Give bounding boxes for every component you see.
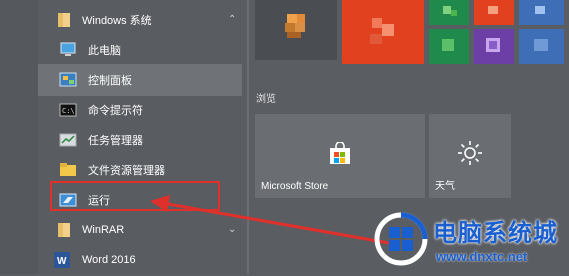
watermark-brand: 电脑系统城	[433, 220, 558, 247]
watermark-logo-icon	[374, 212, 428, 266]
watermark-url: www.dnxtc.net	[436, 249, 528, 264]
